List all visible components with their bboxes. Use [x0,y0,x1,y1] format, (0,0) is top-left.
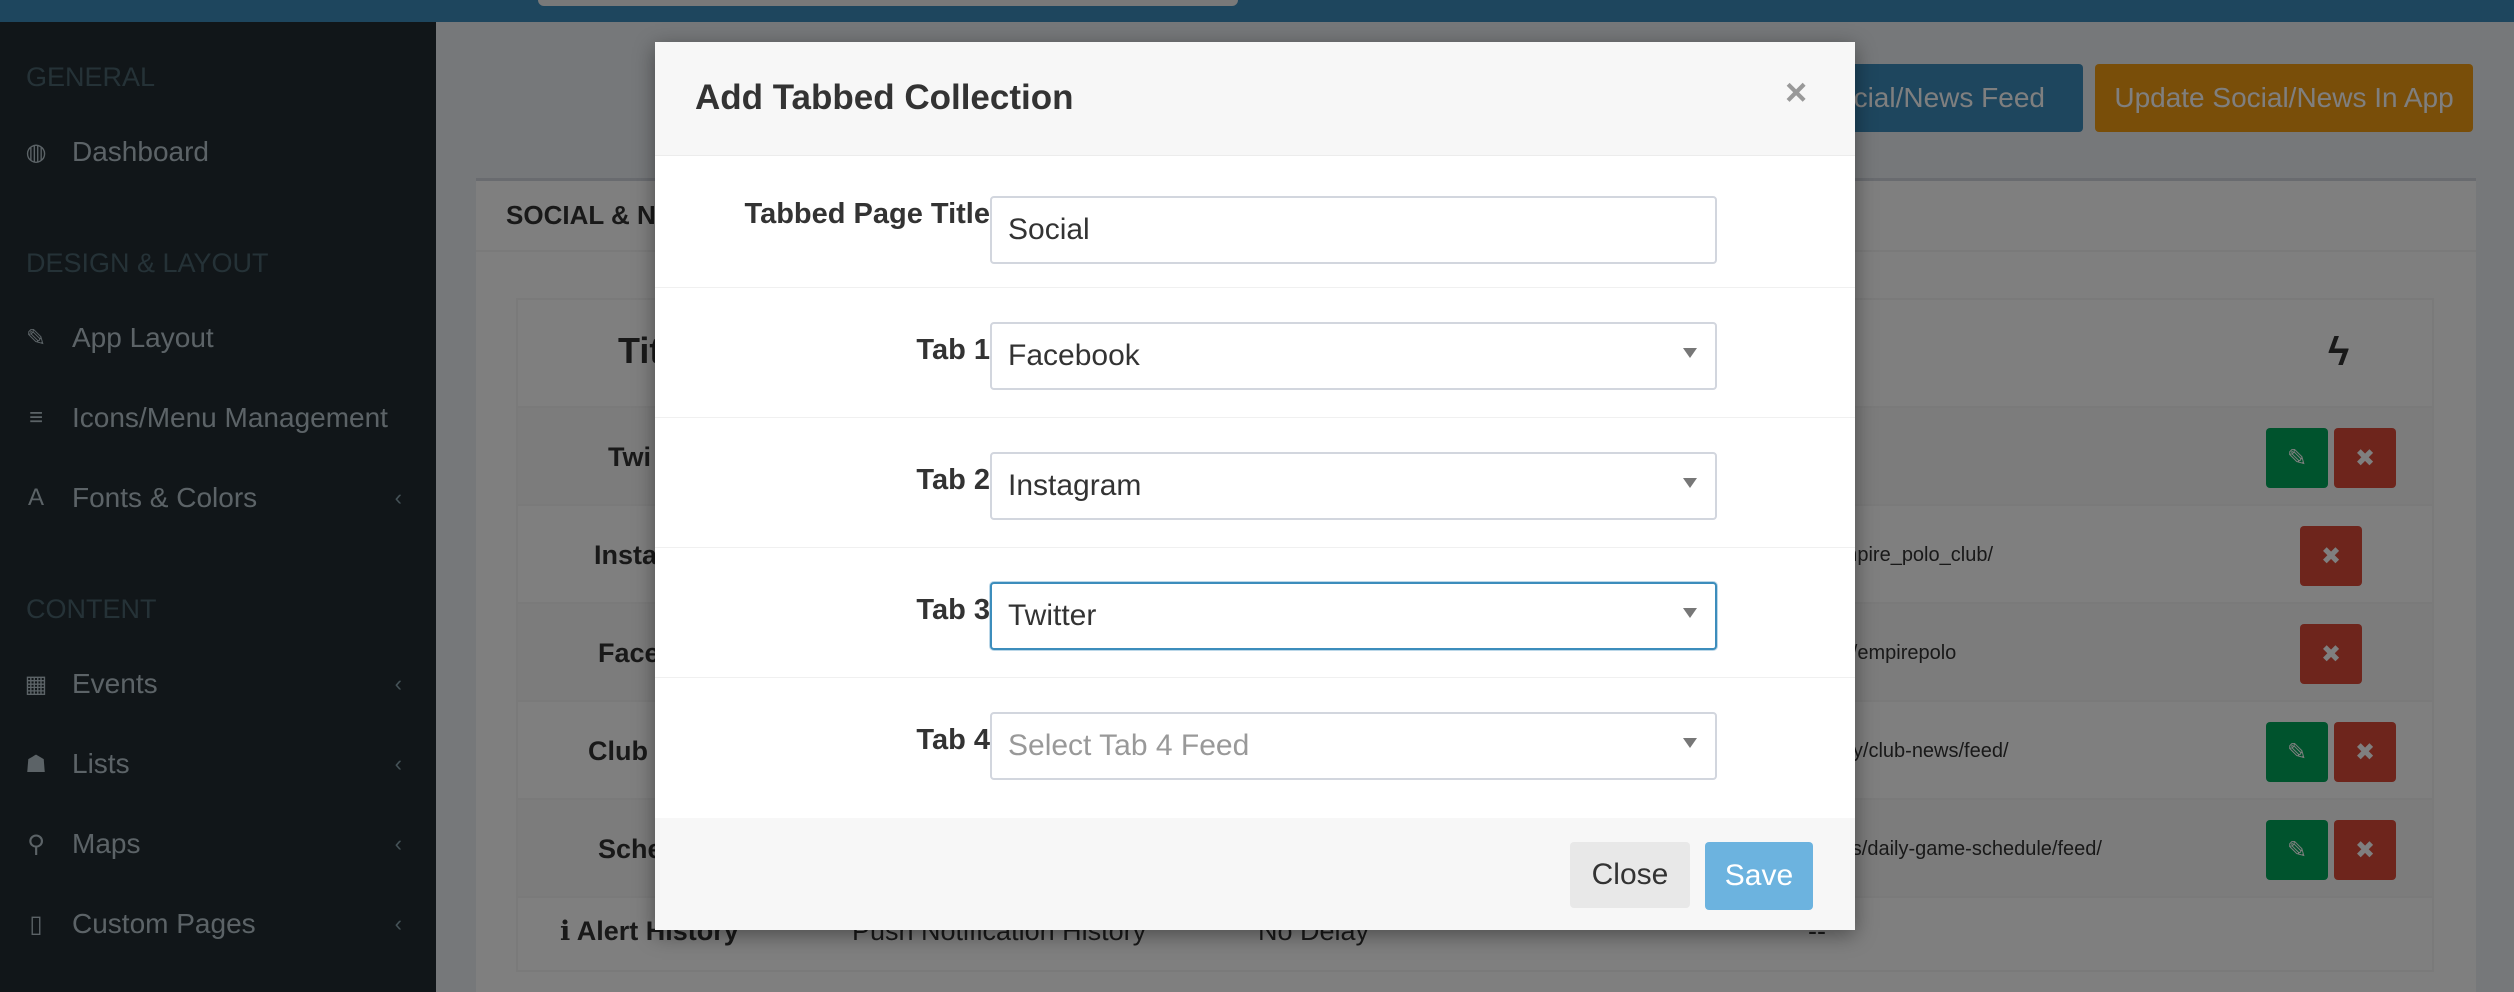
form-row-page-title: Tabbed Page Title Social [655,156,1855,288]
tab2-value: Instagram [1008,469,1142,502]
add-tabbed-collection-modal: Add Tabbed Collection × Tabbed Page Titl… [655,42,1855,930]
page-title-label: Tabbed Page Title [744,198,990,230]
caret-down-icon [1683,348,1697,358]
save-button[interactable]: Save [1705,842,1813,910]
form-row-tab3: Tab 3 Twitter [655,548,1855,678]
tab3-label: Tab 3 [916,594,990,626]
modal-footer: Close Save [655,818,1855,930]
form-row-tab1: Tab 1 Facebook [655,288,1855,418]
close-icon[interactable]: × [1785,72,1807,115]
tab1-select[interactable]: Facebook [990,322,1717,390]
caret-down-icon [1683,478,1697,488]
page-title-input[interactable]: Social [990,196,1717,264]
caret-down-icon [1683,608,1697,618]
tab1-value: Facebook [1008,339,1140,372]
tab1-label: Tab 1 [916,334,990,366]
form-row-tab4: Tab 4 Select Tab 4 Feed [655,678,1855,818]
tab4-select[interactable]: Select Tab 4 Feed [990,712,1717,780]
modal-title: Add Tabbed Collection [695,78,1074,117]
close-button[interactable]: Close [1570,842,1690,908]
tab2-label: Tab 2 [916,464,990,496]
tab4-label: Tab 4 [916,724,990,756]
tab4-placeholder: Select Tab 4 Feed [1008,729,1250,762]
tab3-value: Twitter [1008,599,1097,632]
caret-down-icon [1683,738,1697,748]
form-row-tab2: Tab 2 Instagram [655,418,1855,548]
page-title-value: Social [1008,213,1090,246]
modal-header: Add Tabbed Collection × [655,42,1855,156]
tab2-select[interactable]: Instagram [990,452,1717,520]
tab3-select[interactable]: Twitter [990,582,1717,650]
